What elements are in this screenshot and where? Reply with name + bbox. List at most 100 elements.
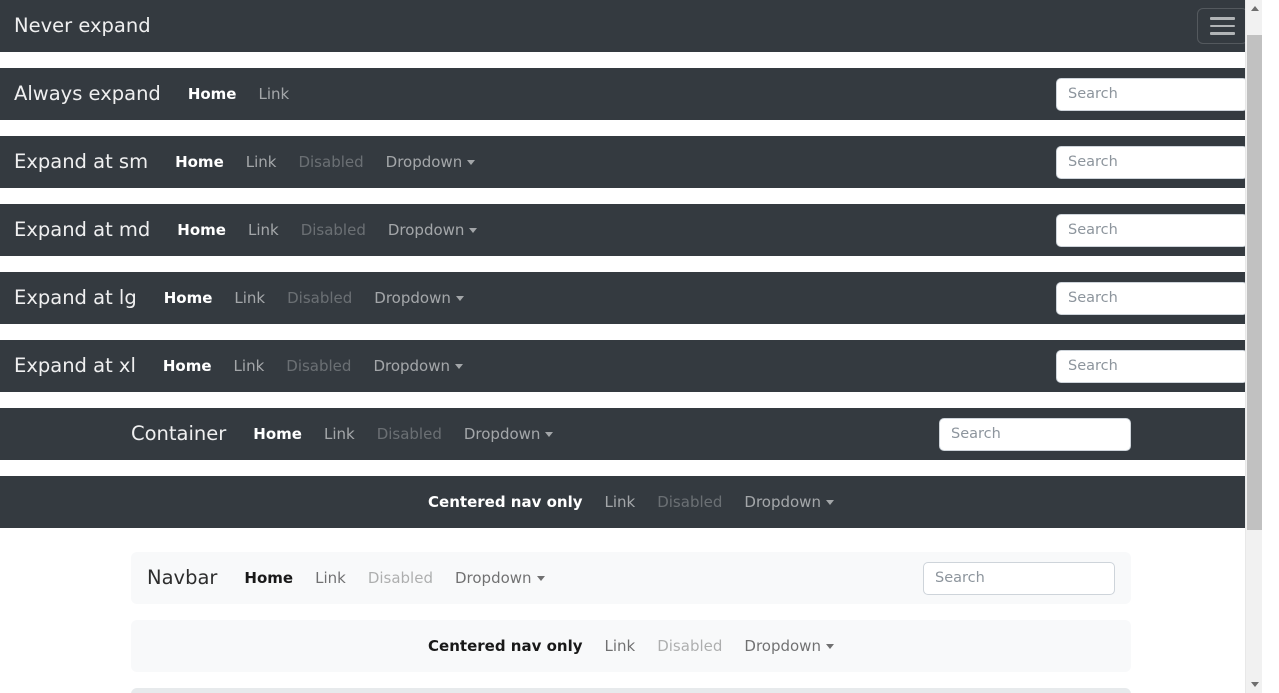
nav-link-dropdown-label: Dropdown bbox=[744, 492, 821, 511]
navbar-expand-sm: Expand at sm Home Link Disabled Dropdown bbox=[0, 136, 1262, 188]
nav-link-disabled: Disabled bbox=[300, 220, 366, 239]
nav-links-centered-light: Centered nav only Link Disabled Dropdown bbox=[417, 631, 845, 662]
chevron-down-icon bbox=[455, 363, 463, 369]
nav-links-expand-lg: Home Link Disabled Dropdown bbox=[153, 283, 475, 314]
nav-link-disabled: Disabled bbox=[286, 356, 352, 375]
scrollbar-up-arrow[interactable] bbox=[1246, 0, 1262, 17]
nav-link-home[interactable]: Home bbox=[233, 563, 304, 594]
nav-link-dropdown-label: Dropdown bbox=[463, 424, 541, 443]
triangle-down-icon bbox=[1250, 682, 1259, 687]
navbar-brand-expand-lg[interactable]: Expand at lg bbox=[14, 288, 137, 308]
navbar-brand-expand-xl[interactable]: Expand at xl bbox=[14, 356, 136, 376]
nav-link-dropdown-label: Dropdown bbox=[454, 568, 532, 587]
nav-link-link[interactable]: Link bbox=[247, 79, 300, 110]
nav-link-home[interactable]: Home bbox=[177, 79, 248, 110]
search-input-always-expand[interactable] bbox=[1056, 77, 1248, 111]
nav-link-dropdown[interactable]: Dropdown bbox=[444, 563, 556, 594]
chevron-down-icon bbox=[536, 575, 545, 581]
chevron-down-icon bbox=[469, 227, 478, 233]
nav-link-dropdown-label: Dropdown bbox=[387, 220, 465, 239]
nav-link-disabled: Disabled bbox=[298, 152, 364, 171]
search-input-expand-sm[interactable] bbox=[1056, 145, 1248, 179]
navbar-brand-always-expand[interactable]: Always expand bbox=[14, 84, 161, 104]
navbar-brand-expand-sm[interactable]: Expand at sm bbox=[14, 152, 148, 172]
nav-link-home[interactable]: Home bbox=[153, 283, 224, 314]
nav-link-disabled: Disabled bbox=[367, 568, 433, 587]
nav-link-dropdown[interactable]: Dropdown bbox=[363, 283, 475, 314]
navbar-expand-lg: Expand at lg Home Link Disabled Dropdown bbox=[0, 272, 1262, 324]
search-input-light[interactable] bbox=[923, 561, 1115, 595]
navbar-light-alt-partial bbox=[131, 688, 1131, 693]
nav-link-disabled: Disabled bbox=[287, 288, 353, 307]
navbar-toggler-button[interactable] bbox=[1197, 8, 1248, 44]
nav-link-link[interactable]: Link bbox=[223, 351, 276, 382]
nav-link-link[interactable]: Link bbox=[223, 283, 276, 314]
navbar-brand-container[interactable]: Container bbox=[131, 424, 226, 444]
nav-link-link[interactable]: Link bbox=[235, 147, 288, 178]
search-input-container[interactable] bbox=[939, 417, 1131, 451]
nav-link-link[interactable]: Link bbox=[313, 419, 366, 450]
nav-link-dropdown-label: Dropdown bbox=[374, 288, 451, 307]
nav-link-dropdown-label: Dropdown bbox=[385, 152, 463, 171]
triangle-up-icon bbox=[1250, 6, 1259, 11]
search-input-expand-lg[interactable] bbox=[1056, 281, 1248, 315]
navbar-always-expand: Always expand Home Link bbox=[0, 68, 1262, 120]
chevron-down-icon bbox=[455, 295, 464, 301]
nav-link-home[interactable]: Home bbox=[152, 351, 223, 382]
nav-links-expand-xl: Home Link Disabled Dropdown bbox=[152, 351, 474, 382]
nav-link-disabled: Disabled bbox=[657, 492, 723, 511]
nav-link-dropdown[interactable]: Dropdown bbox=[453, 419, 565, 450]
nav-link-link[interactable]: Link bbox=[237, 215, 290, 246]
nav-link-centered-nav-only[interactable]: Centered nav only bbox=[417, 487, 593, 518]
nav-link-dropdown[interactable]: Dropdown bbox=[375, 147, 487, 178]
nav-link-link[interactable]: Link bbox=[304, 563, 357, 594]
navbar-brand-light[interactable]: Navbar bbox=[147, 568, 217, 588]
scrollbar-down-arrow[interactable] bbox=[1246, 676, 1262, 693]
navbar-centered-dark: Centered nav only Link Disabled Dropdown bbox=[0, 476, 1262, 528]
nav-link-home[interactable]: Home bbox=[242, 419, 313, 450]
nav-link-centered-nav-only[interactable]: Centered nav only bbox=[417, 631, 593, 662]
navbar-container: Container Home Link Disabled Dropdown bbox=[0, 408, 1262, 460]
nav-link-dropdown[interactable]: Dropdown bbox=[362, 351, 474, 382]
nav-link-home[interactable]: Home bbox=[166, 215, 237, 246]
navbar-brand-expand-md[interactable]: Expand at md bbox=[14, 220, 150, 240]
navbar-expand-xl: Expand at xl Home Link Disabled Dropdown bbox=[0, 340, 1262, 392]
nav-links-container: Home Link Disabled Dropdown bbox=[242, 419, 564, 450]
nav-links-expand-sm: Home Link Disabled Dropdown bbox=[164, 147, 486, 178]
scrollbar-thumb[interactable] bbox=[1247, 35, 1262, 530]
navbar-centered-light: Centered nav only Link Disabled Dropdown bbox=[131, 620, 1131, 672]
nav-link-dropdown-label: Dropdown bbox=[373, 356, 450, 375]
navbar-expand-md: Expand at md Home Link Disabled Dropdown bbox=[0, 204, 1262, 256]
search-input-expand-xl[interactable] bbox=[1056, 349, 1248, 383]
nav-link-dropdown[interactable]: Dropdown bbox=[733, 487, 845, 518]
navbar-container-inner: Container Home Link Disabled Dropdown bbox=[131, 417, 1131, 451]
hamburger-icon-bar bbox=[1210, 32, 1235, 35]
vertical-scrollbar[interactable] bbox=[1245, 0, 1262, 693]
nav-link-dropdown-label: Dropdown bbox=[744, 636, 821, 655]
nav-links-centered-dark: Centered nav only Link Disabled Dropdown bbox=[417, 487, 845, 518]
nav-link-disabled: Disabled bbox=[376, 424, 442, 443]
chevron-down-icon bbox=[545, 431, 554, 437]
chevron-down-icon bbox=[825, 499, 834, 505]
chevron-down-icon bbox=[467, 159, 476, 165]
nav-link-link[interactable]: Link bbox=[594, 487, 647, 518]
nav-link-dropdown[interactable]: Dropdown bbox=[733, 631, 845, 662]
nav-link-dropdown[interactable]: Dropdown bbox=[377, 215, 489, 246]
nav-links-expand-md: Home Link Disabled Dropdown bbox=[166, 215, 488, 246]
hamburger-icon-bar bbox=[1210, 24, 1235, 28]
navbar-centered-light-inner: Centered nav only Link Disabled Dropdown bbox=[131, 631, 1131, 662]
nav-link-link[interactable]: Link bbox=[594, 631, 647, 662]
nav-links-always-expand: Home Link bbox=[177, 79, 300, 110]
search-input-expand-md[interactable] bbox=[1056, 213, 1248, 247]
nav-link-home[interactable]: Home bbox=[164, 147, 235, 178]
navbar-brand-never-expand[interactable]: Never expand bbox=[14, 16, 151, 36]
navbar-light: Navbar Home Link Disabled Dropdown bbox=[131, 552, 1131, 604]
